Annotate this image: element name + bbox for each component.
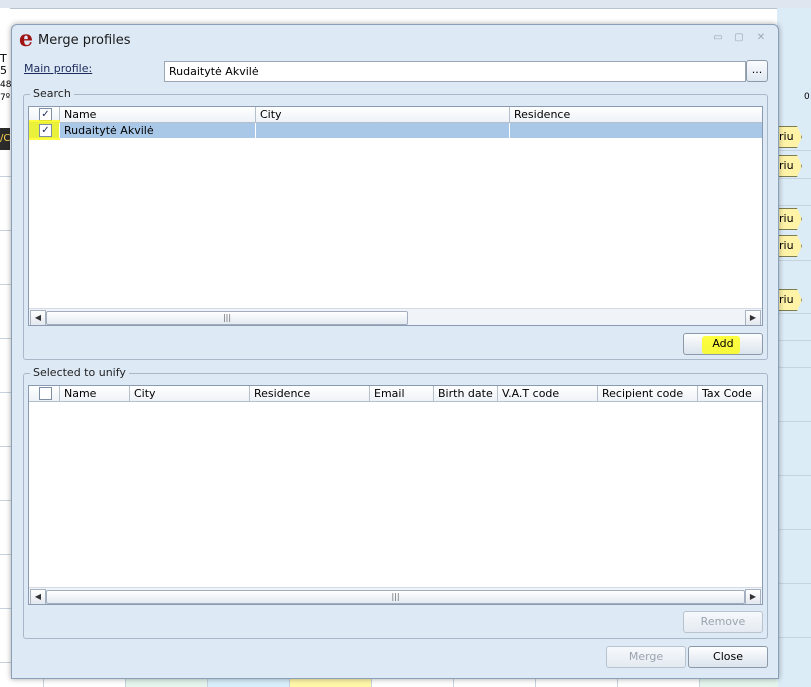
cell-name: Rudaitytė Akvilė: [60, 123, 256, 138]
background-gridline: [0, 662, 11, 663]
background-gridline: [777, 178, 811, 179]
background-tag[interactable]: riu: [777, 155, 802, 177]
background-gridline: [777, 313, 811, 314]
background-tag[interactable]: riu: [777, 126, 802, 148]
background-number: 0: [804, 92, 810, 102]
background-tag[interactable]: riu: [777, 289, 802, 311]
add-button[interactable]: Add: [683, 333, 763, 355]
column-header-tax-code[interactable]: Tax Code: [698, 386, 762, 401]
scroll-thumb[interactable]: |||: [46, 590, 745, 604]
maximize-icon[interactable]: ▢: [734, 33, 744, 43]
background-gridline: [0, 608, 11, 609]
background-gridline: [777, 475, 811, 476]
scroll-right-icon[interactable]: ▶: [745, 589, 761, 604]
search-group-title: Search: [30, 87, 74, 100]
selected-grid-header: Name City Residence Email Birth date V.A…: [29, 386, 762, 402]
background-tag[interactable]: riu: [777, 208, 802, 230]
background-text: T: [0, 52, 7, 65]
background-gridline: [777, 150, 811, 151]
background-gridline: [0, 446, 11, 447]
selected-profiles-grid: Name City Residence Email Birth date V.A…: [28, 385, 763, 605]
search-results-grid: ✓ Name City Residence ✓ Rudaitytė Akvilė…: [28, 106, 763, 326]
minimize-icon[interactable]: ▭: [713, 33, 723, 43]
background-gridline: [0, 338, 11, 339]
cell-city: [256, 123, 510, 138]
select-all-column: [29, 386, 60, 401]
background-gridline: [0, 392, 11, 393]
background-gridline: [0, 554, 11, 555]
browse-profile-button[interactable]: ...: [746, 60, 768, 82]
column-header-city[interactable]: City: [130, 386, 250, 401]
background-gridline: [777, 205, 811, 206]
scroll-left-icon[interactable]: ◀: [30, 589, 46, 604]
column-header-vat-code[interactable]: V.A.T code: [498, 386, 598, 401]
background-toolbar: [0, 0, 811, 9]
cell-residence: [510, 123, 762, 138]
main-profile-field[interactable]: Rudaitytė Akvilė: [164, 61, 746, 82]
select-all-checkbox[interactable]: [39, 387, 52, 400]
column-header-birth-date[interactable]: Birth date: [434, 386, 498, 401]
background-gridline: [777, 529, 811, 530]
background-right-column: [777, 8, 811, 687]
row-select-cell: ✓: [29, 123, 60, 138]
search-grid-header: ✓ Name City Residence: [29, 107, 762, 123]
app-logo-icon: e: [19, 26, 33, 52]
search-group: Search ✓ Name City Residence ✓ Rudaitytė…: [23, 87, 768, 360]
row-checkbox[interactable]: ✓: [39, 124, 52, 137]
close-icon[interactable]: ✕: [756, 33, 766, 43]
table-row[interactable]: ✓ Rudaitytė Akvilė: [29, 120, 762, 140]
background-gridline: [0, 500, 11, 501]
background-gridline: [0, 230, 11, 231]
scroll-right-icon[interactable]: ▶: [745, 310, 761, 325]
search-horizontal-scrollbar[interactable]: ◀ ||| ▶: [29, 308, 762, 325]
background-dark-bar: /C: [0, 128, 10, 150]
selected-group-title: Selected to unify: [30, 366, 129, 379]
background-gridline: [777, 260, 811, 261]
column-header-residence[interactable]: Residence: [510, 107, 762, 122]
column-header-residence[interactable]: Residence: [250, 386, 370, 401]
background-tag[interactable]: riu: [777, 235, 802, 257]
add-button-label: Add: [712, 337, 734, 350]
column-header-name[interactable]: Name: [60, 107, 256, 122]
merge-profiles-dialog: e Merge profiles ▭ ▢ ✕ Main profile: Rud…: [11, 24, 779, 679]
scroll-left-icon[interactable]: ◀: [30, 310, 46, 325]
selected-group: Selected to unify Name City Residence Em…: [23, 366, 768, 639]
dialog-title: Merge profiles: [38, 33, 131, 48]
column-header-email[interactable]: Email: [370, 386, 434, 401]
column-header-recipient-code[interactable]: Recipient code: [598, 386, 698, 401]
background-gridline: [777, 421, 811, 422]
background-gridline: [0, 284, 11, 285]
background-text: 48: [0, 80, 12, 90]
close-button[interactable]: Close: [688, 646, 768, 668]
background-text: 5: [0, 64, 7, 77]
remove-button[interactable]: Remove: [683, 611, 763, 633]
background-gridline: [777, 340, 811, 341]
selected-horizontal-scrollbar[interactable]: ◀ ||| ▶: [29, 587, 762, 604]
background-text: 7º: [0, 93, 10, 103]
column-header-city[interactable]: City: [256, 107, 510, 122]
merge-button[interactable]: Merge: [606, 646, 686, 668]
background-left-column: [0, 8, 10, 687]
main-profile-label: Main profile:: [24, 62, 93, 75]
background-gridline: [777, 637, 811, 638]
background-gridline: [777, 583, 811, 584]
background-gridline: [0, 176, 11, 177]
scroll-thumb[interactable]: |||: [46, 311, 408, 325]
column-header-name[interactable]: Name: [60, 386, 130, 401]
dialog-titlebar[interactable]: e Merge profiles ▭ ▢ ✕: [12, 25, 778, 53]
background-gridline: [777, 367, 811, 368]
